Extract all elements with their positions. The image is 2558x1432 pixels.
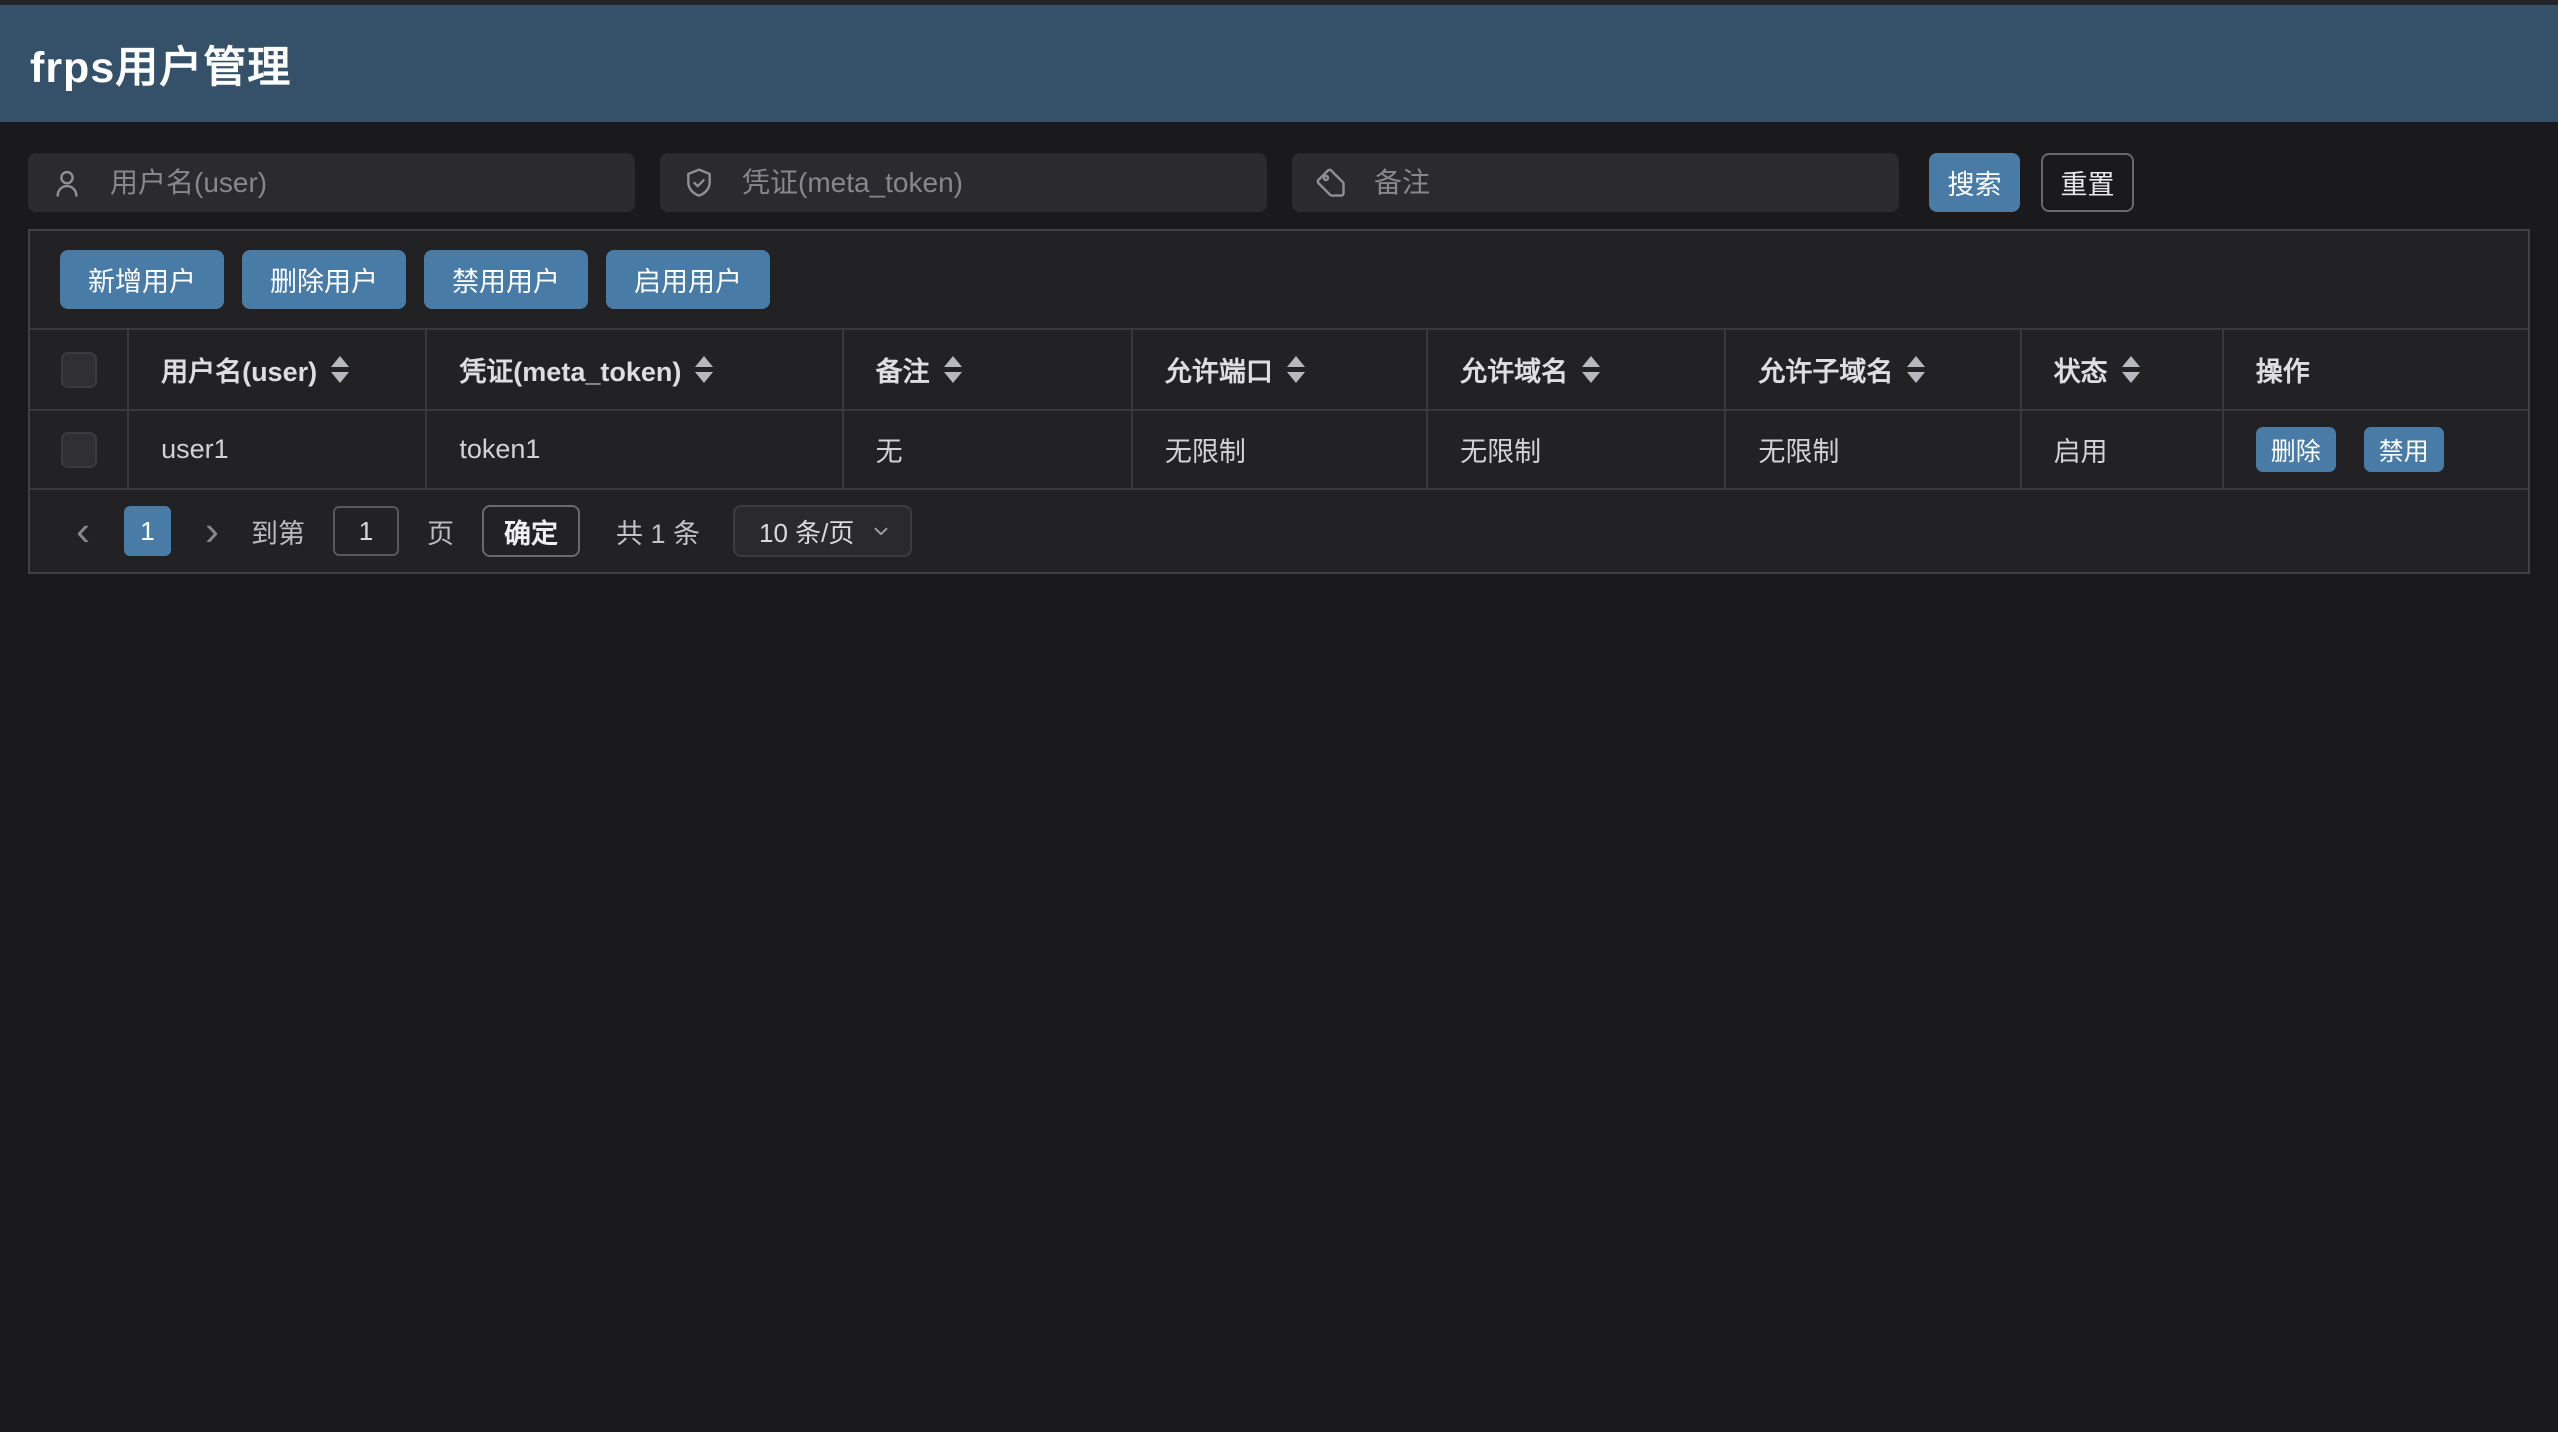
page-size-select[interactable]: 10 条/页 — [733, 505, 912, 557]
column-header-subdomains[interactable]: 允许子域名 — [1725, 330, 2020, 410]
cell-note: 无 — [843, 410, 1132, 489]
cell-ports: 无限制 — [1132, 410, 1427, 489]
tag-icon — [1314, 166, 1348, 200]
note-field-wrapper — [1292, 153, 1899, 212]
column-header-ports[interactable]: 允许端口 — [1132, 330, 1427, 410]
cell-token: token1 — [426, 410, 842, 489]
pagination: ‹ 1 › 到第 页 确定 共 1 条 10 条/页 — [30, 490, 2528, 572]
total-count-label: 共 1 条 — [616, 512, 700, 551]
sort-icon[interactable] — [695, 356, 713, 383]
cell-status: 启用 — [2021, 410, 2223, 489]
user-icon — [50, 166, 84, 200]
column-header-user[interactable]: 用户名(user) — [128, 330, 426, 410]
prev-page-button[interactable]: ‹ — [70, 510, 96, 552]
username-field-wrapper — [28, 153, 635, 212]
goto-page-input[interactable] — [333, 506, 399, 556]
cell-user: user1 — [128, 410, 426, 489]
row-delete-button[interactable]: 删除 — [2256, 427, 2336, 472]
token-input[interactable] — [742, 167, 1245, 199]
select-all-checkbox[interactable] — [61, 352, 97, 388]
search-button[interactable]: 搜索 — [1929, 153, 2020, 212]
sort-icon[interactable] — [1907, 356, 1925, 383]
column-header-note[interactable]: 备注 — [843, 330, 1132, 410]
page-1-button[interactable]: 1 — [124, 506, 171, 556]
sort-icon[interactable] — [331, 356, 349, 383]
row-checkbox[interactable] — [61, 432, 97, 468]
page-title: frps用户管理 — [30, 33, 291, 95]
next-page-button[interactable]: › — [199, 510, 225, 552]
page-unit-label: 页 — [427, 512, 454, 551]
users-panel: 新增用户 删除用户 禁用用户 启用用户 用户名(user) — [28, 229, 2530, 574]
column-header-status[interactable]: 状态 — [2021, 330, 2223, 410]
enable-user-button[interactable]: 启用用户 — [606, 250, 770, 309]
cell-actions: 删除 禁用 — [2223, 410, 2528, 489]
sort-icon[interactable] — [1582, 356, 1600, 383]
cell-domains: 无限制 — [1427, 410, 1725, 489]
disable-user-button[interactable]: 禁用用户 — [424, 250, 588, 309]
column-header-actions: 操作 — [2223, 330, 2528, 410]
note-input[interactable] — [1374, 167, 1877, 199]
cell-subdomains: 无限制 — [1725, 410, 2020, 489]
users-table: 用户名(user) 凭证(meta_token) 备注 — [30, 330, 2528, 490]
row-disable-button[interactable]: 禁用 — [2364, 427, 2444, 472]
sort-icon[interactable] — [2122, 356, 2140, 383]
goto-label: 到第 — [251, 512, 305, 551]
page-size-value: 10 条/页 — [759, 513, 854, 550]
username-input[interactable] — [110, 167, 613, 199]
column-header-domains[interactable]: 允许域名 — [1427, 330, 1725, 410]
confirm-page-button[interactable]: 确定 — [482, 505, 580, 557]
user-actions-toolbar: 新增用户 删除用户 禁用用户 启用用户 — [30, 231, 2528, 330]
add-user-button[interactable]: 新增用户 — [60, 250, 224, 309]
reset-button[interactable]: 重置 — [2041, 153, 2134, 212]
sort-icon[interactable] — [944, 356, 962, 383]
table-header-row: 用户名(user) 凭证(meta_token) 备注 — [30, 330, 2528, 410]
shield-check-icon — [682, 166, 716, 200]
sort-icon[interactable] — [1287, 356, 1305, 383]
token-field-wrapper — [660, 153, 1267, 212]
column-header-token[interactable]: 凭证(meta_token) — [426, 330, 842, 410]
app-header: frps用户管理 — [0, 5, 2558, 122]
delete-user-button[interactable]: 删除用户 — [242, 250, 406, 309]
search-bar: 搜索 重置 — [28, 153, 2530, 212]
chevron-down-icon — [870, 520, 892, 542]
table-row: user1 token1 无 无限制 无限制 无限制 启用 删除 禁用 — [30, 410, 2528, 489]
